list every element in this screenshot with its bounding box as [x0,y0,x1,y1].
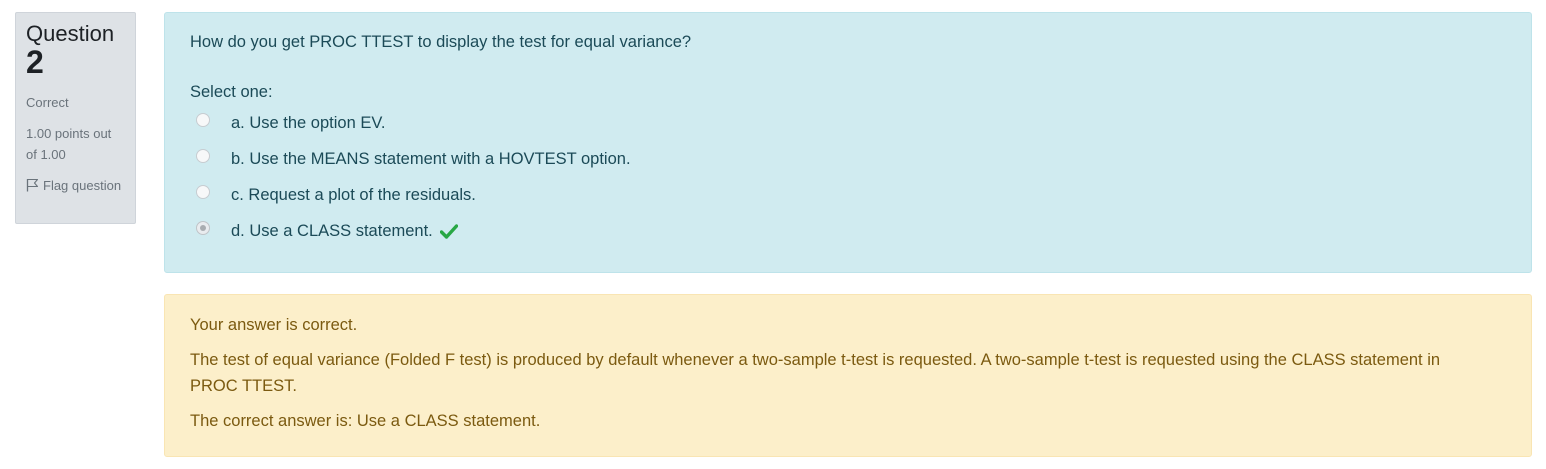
flag-icon [26,178,39,192]
question-grade: 1.00 points out of 1.00 [26,126,112,162]
question-word: Question [26,21,115,46]
check-icon [439,223,458,239]
feedback-panel: Your answer is correct. The test of equa… [164,294,1532,457]
answer-options: a. Use the option EV. b. Use the MEANS s… [190,105,1506,249]
quiz-question-page: Question 2 Correct 1.00 points out of 1.… [0,0,1546,469]
feedback-right-answer: The correct answer is: Use a CLASS state… [190,412,541,430]
feedback-general: The test of equal variance (Folded F tes… [190,351,1441,395]
radio-d-selected[interactable] [196,221,210,235]
radio-c[interactable] [196,185,210,199]
answer-label-d: d. Use a CLASS statement. [231,221,433,240]
answer-label-b: b. Use the MEANS statement with a HOVTES… [231,149,631,168]
flag-question-label: Flag question [43,178,122,193]
answer-prompt: Select one: [190,83,273,101]
feedback-result: Your answer is correct. [190,316,358,334]
question-number: 2 [26,44,44,80]
answer-option-c[interactable]: c. Request a plot of the residuals. [196,177,1506,213]
flag-question-link[interactable]: Flag question [26,175,125,196]
radio-a[interactable] [196,113,210,127]
radio-b[interactable] [196,149,210,163]
answer-label-c: c. Request a plot of the residuals. [231,185,476,204]
answer-label-a: a. Use the option EV. [231,113,386,132]
question-state: Correct [26,95,69,110]
question-info-panel: Question 2 Correct 1.00 points out of 1.… [15,12,136,224]
question-text: How do you get PROC TTEST to display the… [190,33,692,51]
question-content: How do you get PROC TTEST to display the… [164,12,1532,273]
answer-option-b[interactable]: b. Use the MEANS statement with a HOVTES… [196,141,1506,177]
answer-option-d[interactable]: d. Use a CLASS statement. [196,213,1506,249]
answer-option-a[interactable]: a. Use the option EV. [196,105,1506,141]
